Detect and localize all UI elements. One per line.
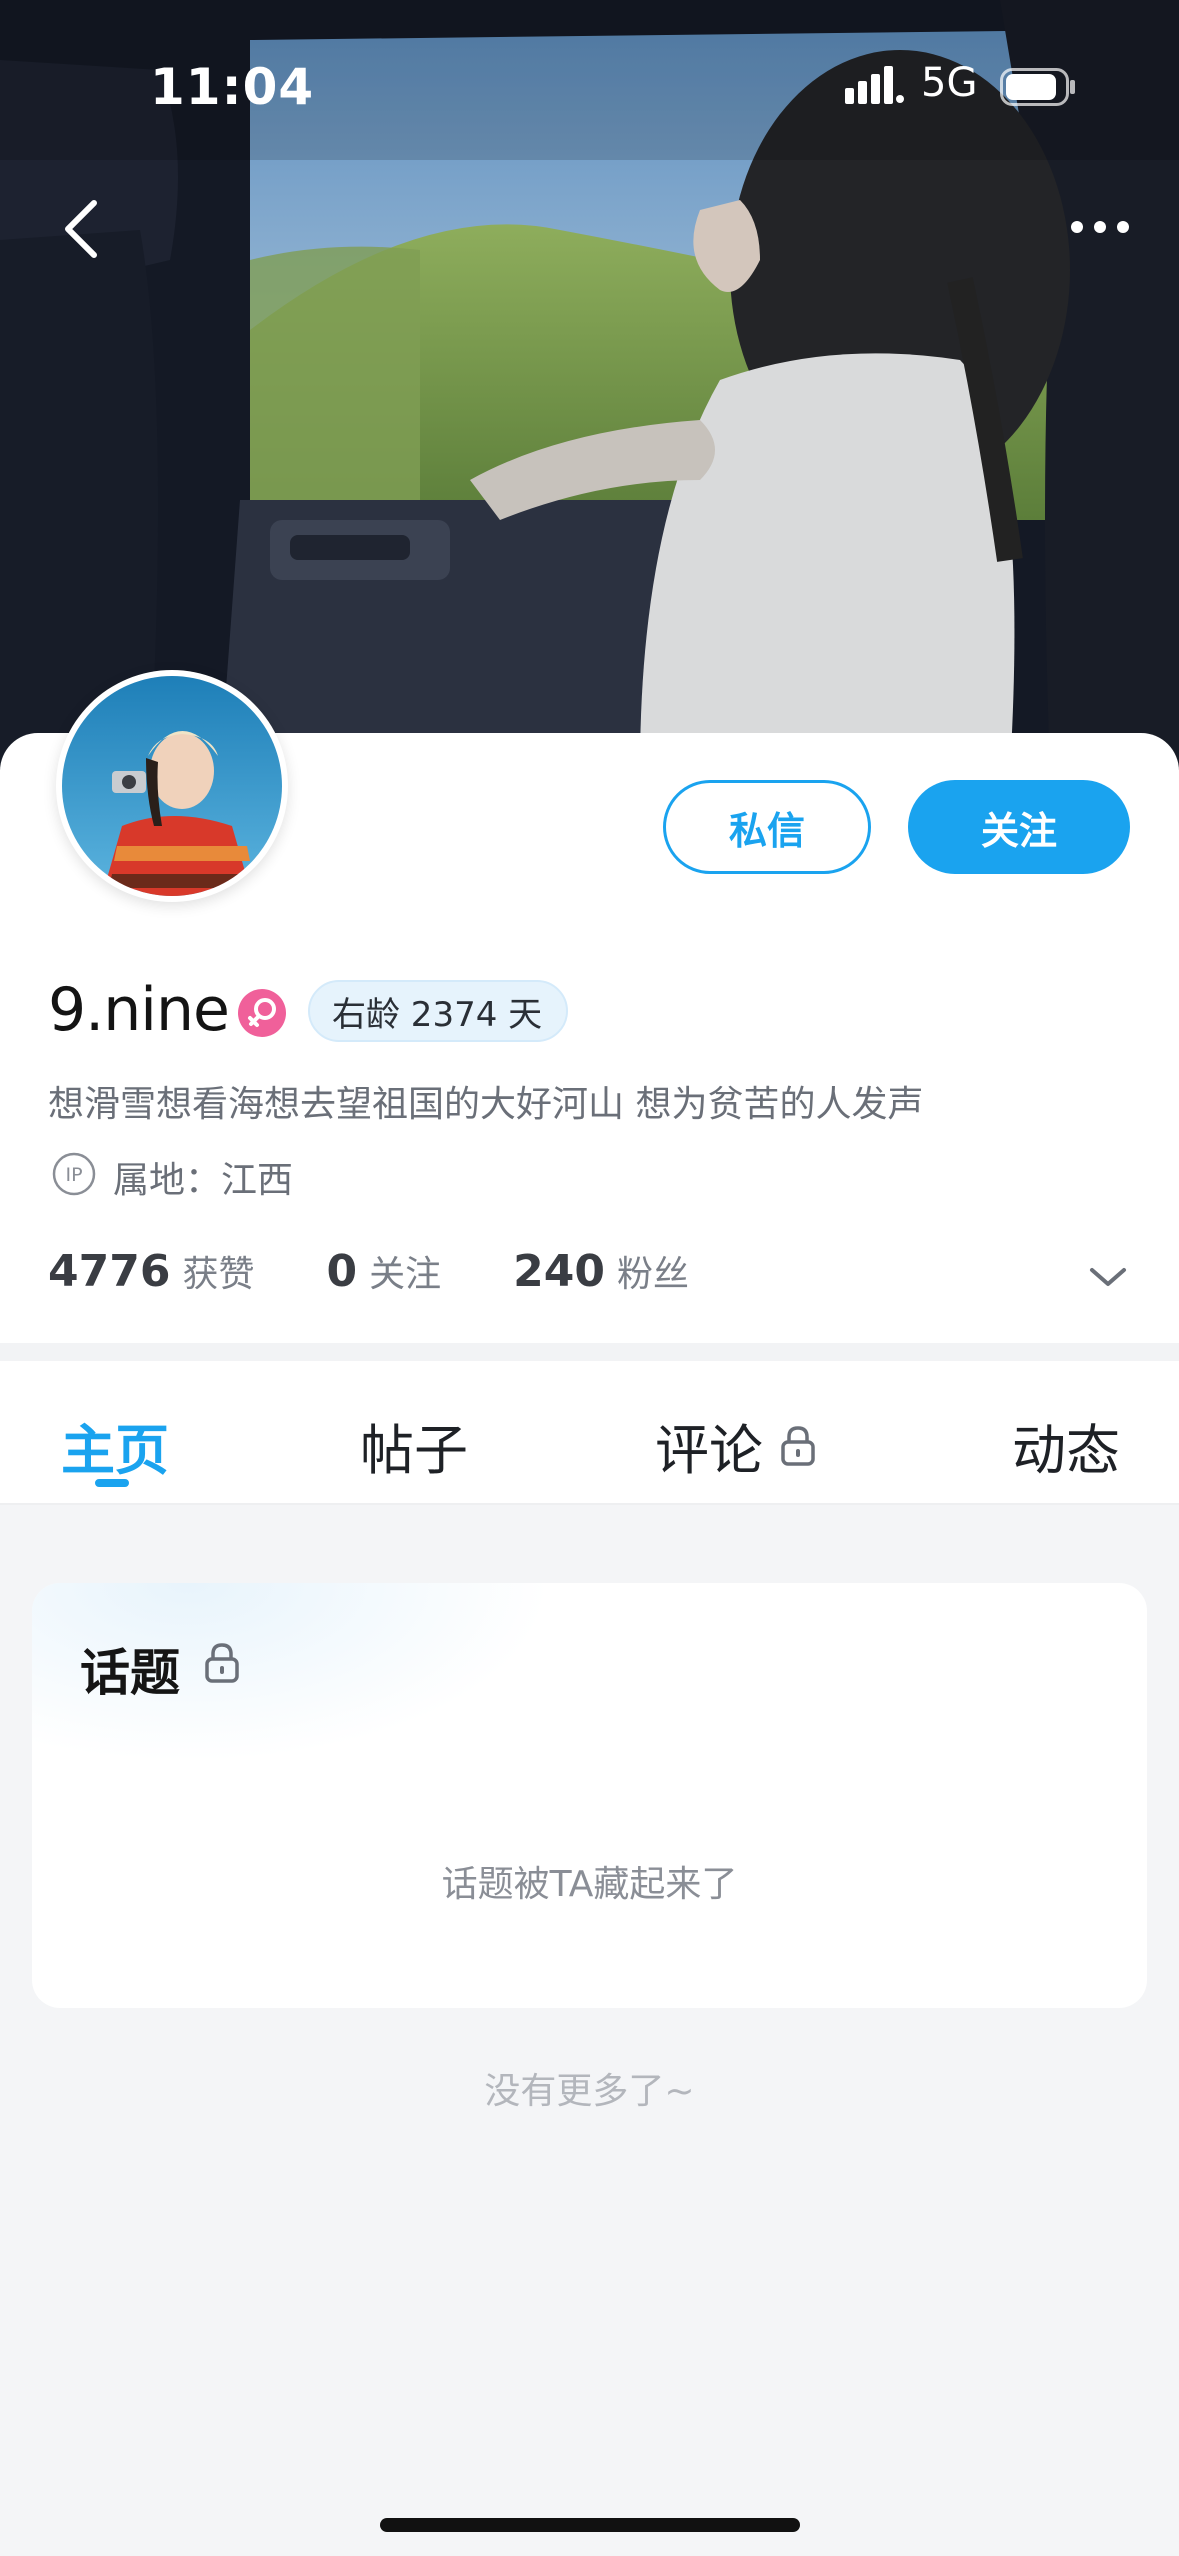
stat-following[interactable]: 0 关注 — [326, 1245, 441, 1297]
user-name: 9.nine — [48, 975, 230, 1045]
stats-row: 4776 获赞 0 关注 240 粉丝 — [48, 1245, 761, 1297]
section-divider — [0, 1343, 1179, 1361]
home-indicator[interactable] — [380, 2518, 800, 2532]
tab-posts[interactable]: 帖子 — [360, 1406, 468, 1485]
stat-fans-label: 粉丝 — [616, 1254, 689, 1295]
no-more-text: 没有更多了~ — [484, 2071, 695, 2112]
stat-following-value: 0 — [326, 1246, 358, 1297]
follow-button[interactable]: 关注 — [908, 780, 1130, 874]
signal-icon — [845, 66, 904, 104]
status-time: 11:04 — [150, 58, 315, 116]
back-arrow-icon[interactable] — [52, 195, 120, 263]
avatar[interactable] — [56, 670, 288, 902]
lock-icon — [205, 1643, 239, 1683]
cover-photo: 11:04 5G — [0, 0, 1179, 770]
network-type: 5G — [921, 60, 978, 106]
tab-active-indicator — [95, 1479, 129, 1487]
topic-title: 话题 — [80, 1644, 180, 1702]
tab-home[interactable]: 主页 — [61, 1406, 169, 1485]
more-icon[interactable] — [1060, 200, 1140, 254]
stat-likes-value: 4776 — [48, 1246, 171, 1297]
user-bio: 想滑雪想看海想去望祖国的大好河山 想为贫苦的人发声 — [48, 1084, 924, 1125]
stat-fans[interactable]: 240 粉丝 — [513, 1245, 689, 1297]
tab-activity[interactable]: 动态 — [1012, 1406, 1120, 1485]
profile-tabs: 主页 帖子 评论 动态 — [0, 1361, 1179, 1505]
topic-card: 话题 话题被TA藏起来了 — [32, 1583, 1147, 2008]
location-text: 属地：江西 — [113, 1160, 294, 1201]
tab-comments[interactable]: 评论 — [655, 1406, 763, 1485]
chevron-down-icon[interactable] — [1088, 1264, 1128, 1290]
status-bar: 11:04 5G — [0, 0, 1179, 140]
account-age-badge: 右龄 2374 天 — [308, 980, 569, 1042]
ip-icon: IP — [52, 1152, 96, 1196]
battery-icon — [1000, 68, 1075, 106]
stat-following-label: 关注 — [369, 1254, 442, 1295]
avatar-image — [62, 676, 282, 896]
ip-label: IP — [65, 1164, 82, 1186]
stat-likes-label: 获赞 — [182, 1254, 255, 1295]
female-icon — [238, 989, 286, 1037]
stat-likes[interactable]: 4776 获赞 — [48, 1245, 254, 1297]
topic-empty-text: 话题被TA藏起来了 — [441, 1864, 738, 1905]
message-button[interactable]: 私信 — [663, 780, 871, 874]
lock-icon — [781, 1426, 815, 1466]
stat-fans-value: 240 — [513, 1246, 605, 1297]
